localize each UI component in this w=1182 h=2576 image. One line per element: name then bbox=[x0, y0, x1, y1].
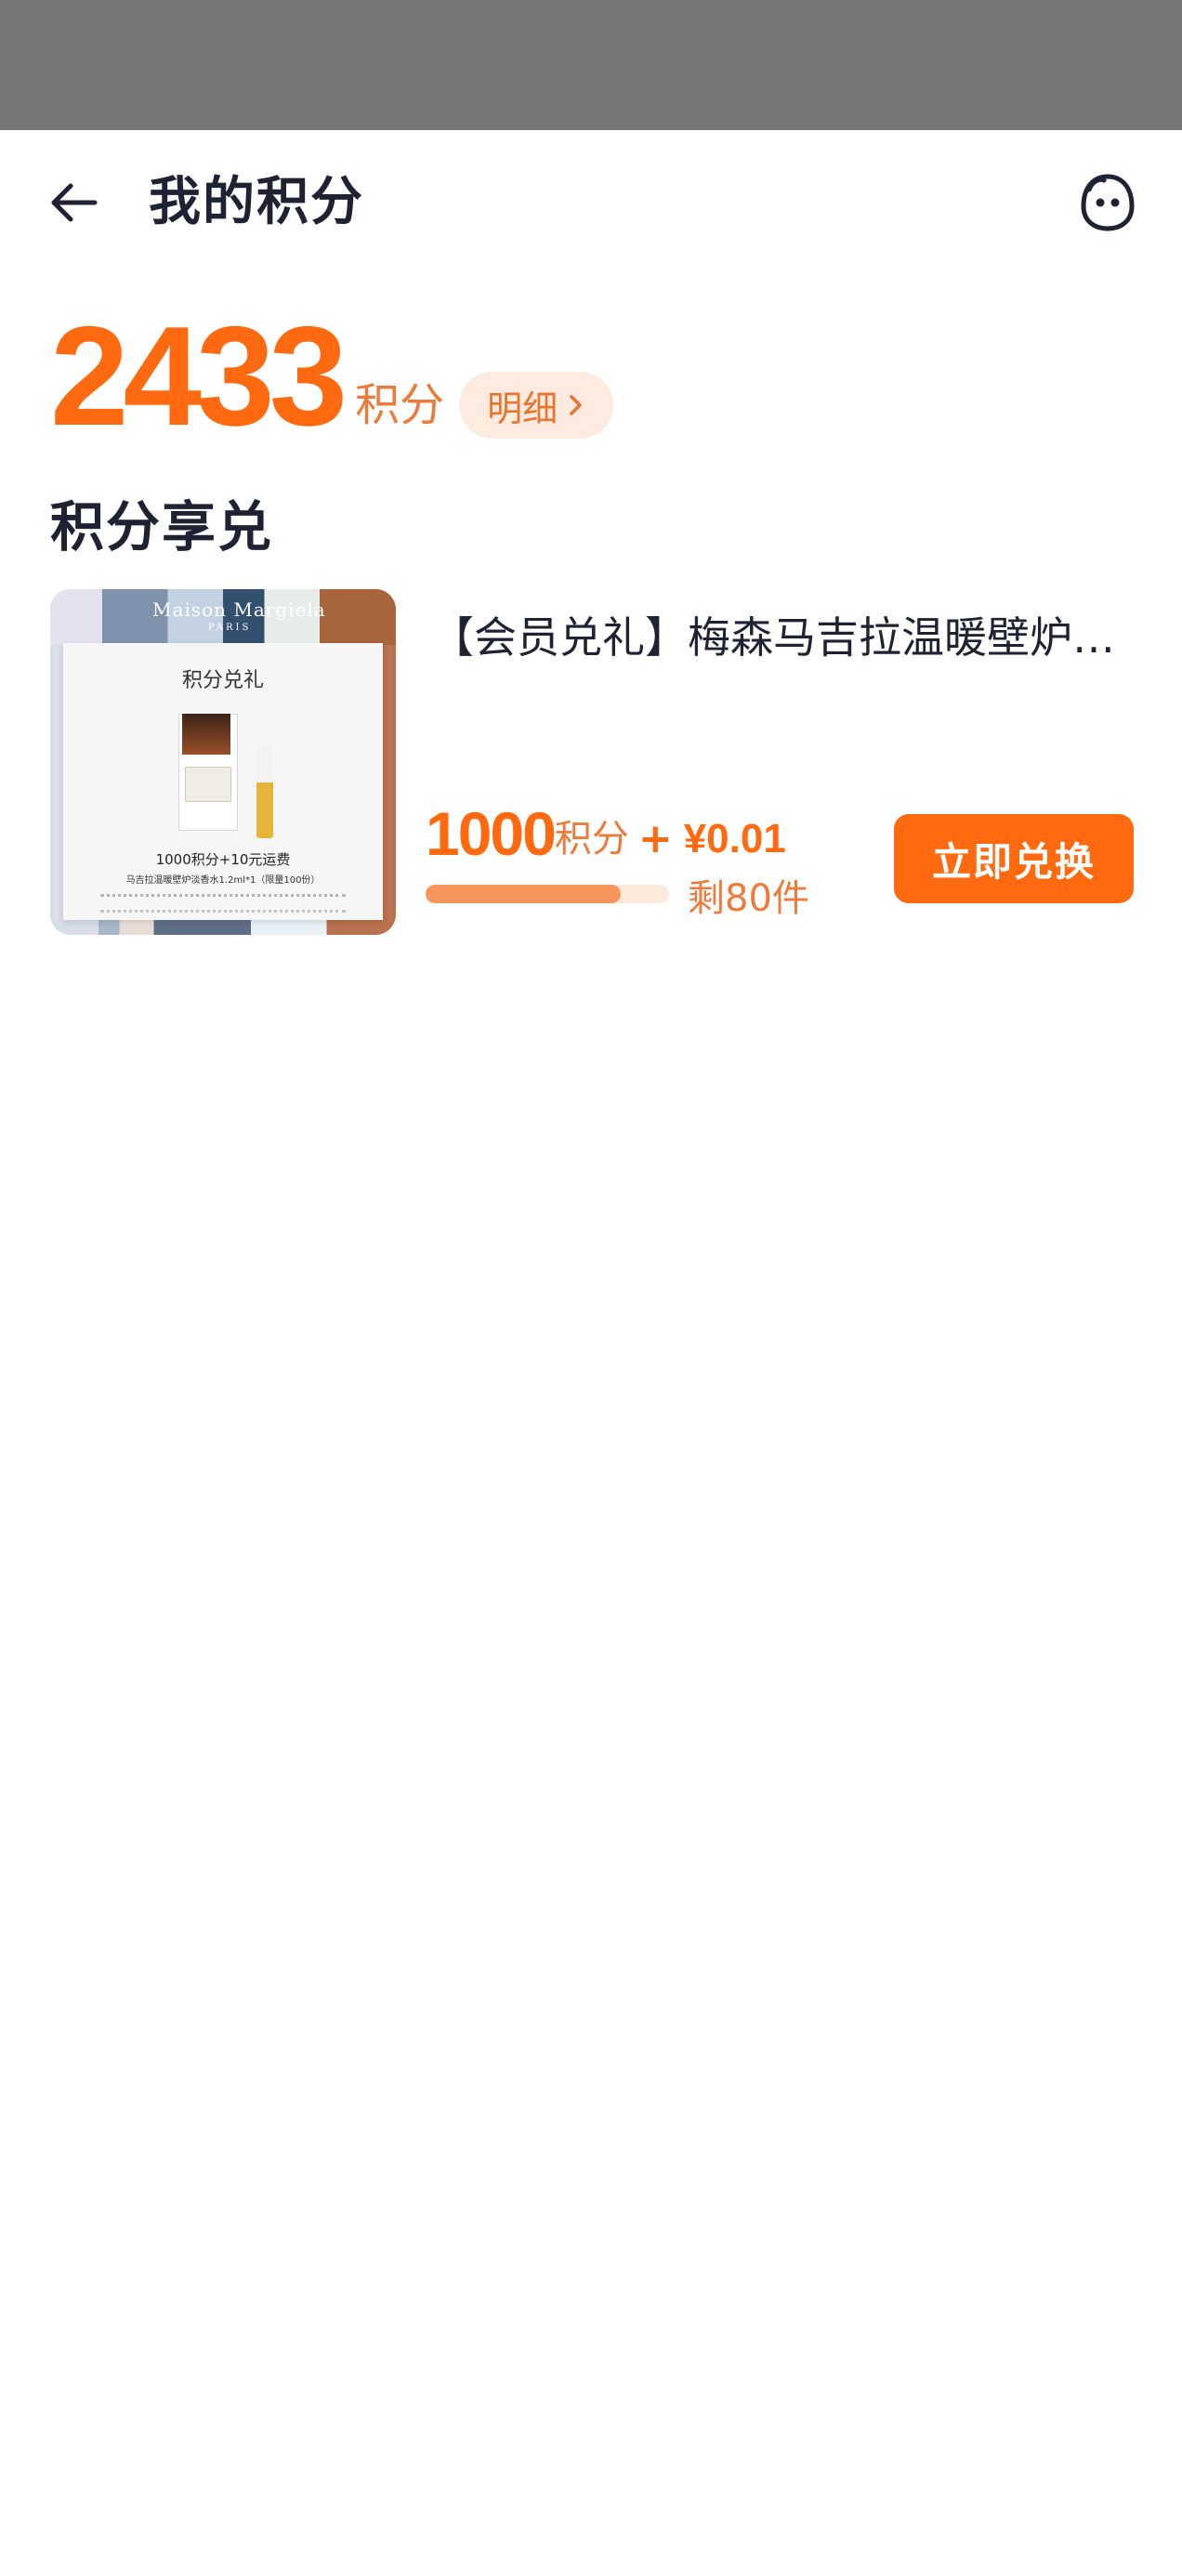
section-title: 积分享兑 bbox=[50, 495, 274, 559]
page-title: 我的积分 bbox=[149, 172, 364, 232]
stock-remaining: 剩80件 bbox=[688, 877, 809, 920]
image-brand-text: Maison Margiela bbox=[152, 598, 326, 621]
nav-bar: 我的积分 bbox=[0, 130, 1182, 269]
points-detail-label: 明细 bbox=[487, 388, 558, 429]
image-brand-sub-text: PARIS bbox=[208, 623, 252, 633]
price-cash: ¥0.01 bbox=[683, 816, 786, 861]
product-image[interactable]: Maison Margiela PARIS 积分兑礼 1000积分+10元运费 … bbox=[50, 589, 396, 935]
image-panel: 积分兑礼 1000积分+10元运费 马吉拉温暖壁炉淡香水1.2ml*1（限量10… bbox=[63, 643, 383, 920]
arrow-left-icon bbox=[51, 183, 98, 222]
stock-progress-fill bbox=[426, 885, 621, 903]
points-detail-button[interactable]: 明细 bbox=[459, 372, 614, 439]
image-panel-subcaption: 马吉拉温暖壁炉淡香水1.2ml*1（限量100份） bbox=[125, 875, 321, 886]
image-panel-caption: 1000积分+10元运费 bbox=[155, 851, 291, 868]
chevron-right-icon bbox=[567, 392, 585, 418]
price-plus: + bbox=[637, 815, 673, 862]
customer-service-button[interactable] bbox=[1069, 164, 1147, 242]
product-title[interactable]: 【会员兑礼】梅森马吉拉温暖壁炉淡香水1.2ml*1（限量100份） bbox=[431, 608, 1134, 667]
back-button[interactable] bbox=[37, 165, 112, 240]
product-price: 1000 积分 + ¥0.01 bbox=[426, 792, 786, 866]
perfume-box-graphic bbox=[182, 714, 230, 755]
price-points: 1000 bbox=[426, 799, 557, 868]
points-summary: 2433 积分 明细 bbox=[50, 297, 614, 455]
points-unit: 积分 bbox=[355, 379, 445, 431]
stock-progress-bar bbox=[426, 885, 669, 903]
customer-service-icon bbox=[1081, 174, 1135, 231]
status-bar bbox=[0, 0, 1182, 130]
points-value: 2433 bbox=[50, 297, 348, 455]
image-panel-title: 积分兑礼 bbox=[181, 669, 264, 692]
redeem-button[interactable]: 立即兑换 bbox=[894, 814, 1134, 903]
product-card[interactable]: Maison Margiela PARIS 积分兑礼 1000积分+10元运费 … bbox=[50, 589, 1134, 935]
price-points-unit: 积分 bbox=[554, 818, 629, 861]
perfume-vial-graphic bbox=[256, 745, 273, 838]
image-fine-print bbox=[100, 894, 346, 913]
